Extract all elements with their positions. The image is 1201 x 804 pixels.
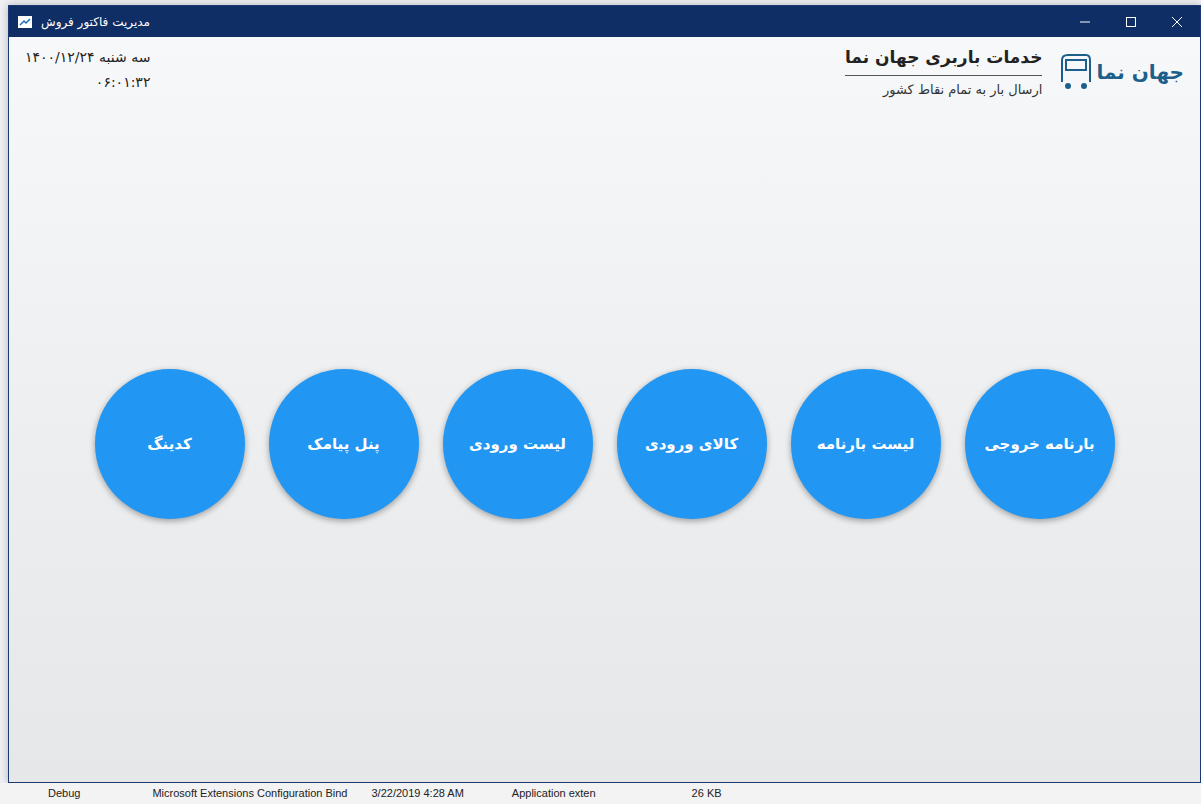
app-icon: [17, 14, 33, 30]
menu-button[interactable]: کدینگ: [95, 369, 245, 519]
title-bar: مدیریت فاکتور فروش: [9, 6, 1200, 37]
background-cell: Application exten: [464, 785, 596, 802]
menu-button[interactable]: کالای ورودی: [617, 369, 767, 519]
brand-title: خدمات باربری جهان نما: [845, 45, 1042, 76]
time-label: ۰۶:۰۱:۳۲: [25, 70, 150, 95]
logo: جهان نما: [1058, 52, 1184, 92]
menu-button[interactable]: بارنامه خروجی: [965, 369, 1115, 519]
menu: بارنامه خروجیلیست بارنامهکالای ورودیلیست…: [9, 99, 1200, 519]
maximize-icon: [1126, 17, 1136, 27]
logo-text: جهان نما: [1096, 57, 1184, 87]
background-row: Debug Microsoft Extensions Configuration …: [0, 783, 1201, 804]
app-window: مدیریت فاکتور فروش جهان نما خدمات باربری ج…: [8, 5, 1201, 783]
title-area: مدیریت فاکتور فروش: [9, 13, 1062, 31]
brand-text: خدمات باربری جهان نماارسال بار به تمام ن…: [845, 45, 1042, 99]
brand-subtitle: ارسال بار به تمام نقاط کشور: [845, 76, 1042, 100]
background-cell: 26 KB: [644, 785, 722, 802]
brand: جهان نما خدمات باربری جهان نماارسال بار ب…: [845, 45, 1184, 99]
maximize-button[interactable]: [1108, 6, 1154, 37]
menu-button[interactable]: لیست ورودی: [443, 369, 593, 519]
background-cell: Debug: [0, 785, 80, 802]
clock: سه شنبه ۱۴۰۰/۱۲/۲۴۰۶:۰۱:۳۲: [25, 45, 150, 95]
menu-button[interactable]: لیست بارنامه: [791, 369, 941, 519]
menu-button[interactable]: پنل پیامک: [269, 369, 419, 519]
minimize-button[interactable]: [1062, 6, 1108, 37]
main-content: جهان نما خدمات باربری جهان نماارسال بار ب…: [9, 37, 1200, 782]
background-cell: Microsoft Extensions Configuration Bind: [104, 785, 347, 802]
window-title: مدیریت فاکتور فروش: [41, 13, 150, 31]
header: جهان نما خدمات باربری جهان نماارسال بار ب…: [9, 37, 1200, 99]
bus-logo-icon: [1058, 52, 1092, 92]
minimize-icon: [1080, 17, 1090, 27]
close-icon: [1172, 17, 1182, 27]
close-button[interactable]: [1154, 6, 1200, 37]
date-label: سه شنبه ۱۴۰۰/۱۲/۲۴: [25, 45, 150, 70]
background-cell: 3/22/2019 4:28 AM: [347, 785, 463, 802]
